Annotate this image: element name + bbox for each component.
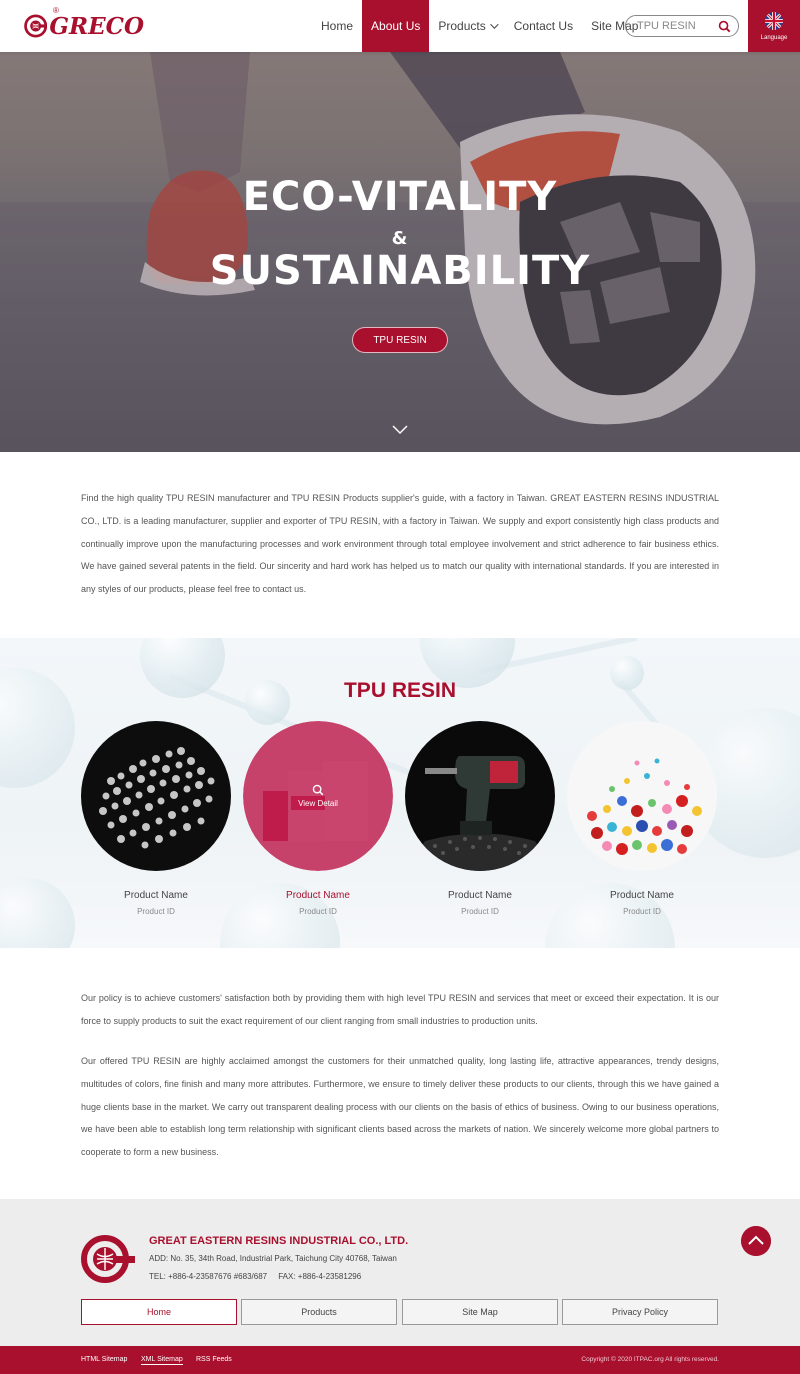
nav-contact-us[interactable]: Contact Us — [505, 0, 582, 52]
hero-headline-ampersand: & — [391, 228, 409, 249]
html-sitemap-link[interactable]: HTML Sitemap — [81, 1356, 127, 1363]
language-label: Language — [760, 35, 788, 41]
company-phone-fax: TEL: +886-4-23587676 #683/687 FAX: +886-… — [149, 1272, 362, 1281]
product-id: Product ID — [299, 907, 337, 916]
footer-nav-site-map[interactable]: Site Map — [402, 1299, 558, 1325]
clear-resin-pellets-image — [81, 721, 231, 871]
nav-about-us-label: About Us — [371, 19, 421, 33]
hero-tpu-resin-button[interactable]: TPU RESIN — [352, 327, 448, 353]
product-card[interactable]: View Detail Product Name Product ID — [243, 721, 393, 916]
nav-about-us[interactable]: About Us — [362, 0, 430, 52]
product-id: Product ID — [137, 907, 175, 916]
hero-banner: ECO-VITALITY & SUSTAINABILITY TPU RESIN — [0, 52, 800, 452]
copyright-text: Copyright © 2020 ITPAC.org All rights re… — [581, 1356, 719, 1363]
product-card[interactable]: Product Name Product ID — [81, 721, 231, 916]
product-image[interactable] — [81, 721, 231, 871]
search-icon — [312, 784, 324, 796]
nav-home-label: Home — [321, 19, 354, 33]
search-input[interactable] — [637, 20, 715, 32]
logo-text: GRECO — [49, 12, 144, 40]
product-name[interactable]: Product Name — [405, 890, 555, 901]
greco-logo-icon — [81, 1235, 135, 1283]
policy-paragraph-2: Our offered TPU RESIN are highly acclaim… — [81, 1056, 719, 1158]
nav-contact-us-label: Contact Us — [513, 19, 574, 33]
hero-headline-line3: SUSTAINABILITY — [209, 248, 591, 294]
nav-home[interactable]: Home — [312, 0, 362, 52]
footer-nav-products[interactable]: Products — [241, 1299, 397, 1325]
logo[interactable]: ® GRECO — [24, 6, 144, 42]
site-header: ® GRECO Home About Us Products Contact U… — [0, 0, 800, 52]
uk-flag-icon — [765, 12, 783, 30]
product-card[interactable]: Product Name Product ID — [405, 721, 555, 916]
footer-nav-home[interactable]: Home — [81, 1299, 237, 1325]
company-address: ADD: No. 35, 34th Road, Industrial Park,… — [149, 1254, 397, 1263]
registered-mark: ® — [53, 6, 59, 15]
xml-sitemap-link[interactable]: XML Sitemap — [141, 1356, 183, 1365]
search-icon[interactable] — [718, 20, 731, 33]
power-drill-image — [405, 721, 555, 871]
footer-nav-privacy-policy[interactable]: Privacy Policy — [562, 1299, 718, 1325]
chevron-down-icon — [489, 20, 499, 29]
decor-bubble — [0, 668, 75, 788]
back-to-top-icon[interactable] — [741, 1226, 771, 1256]
policy-paragraph-1: Our policy is to achieve customers' sati… — [81, 993, 719, 1026]
company-name: GREAT EASTERN RESINS INDUSTRIAL CO., LTD… — [149, 1235, 409, 1247]
nav-products-label: Products — [438, 19, 486, 33]
product-name[interactable]: Product Name — [81, 890, 231, 901]
rss-feeds-link[interactable]: RSS Feeds — [196, 1356, 232, 1363]
view-detail-label: View Detail — [298, 799, 338, 808]
hero-headline-line1: ECO-VITALITY — [242, 174, 558, 220]
main-nav: Home About Us Products Contact Us Site M… — [312, 0, 647, 52]
nav-products[interactable]: Products — [429, 0, 504, 52]
decor-bubble — [610, 656, 644, 690]
products-section-title: TPU RESIN — [343, 679, 456, 702]
product-image[interactable] — [405, 721, 555, 871]
chevron-down-icon[interactable] — [392, 425, 408, 435]
product-id: Product ID — [623, 907, 661, 916]
colorful-beads-image — [567, 721, 717, 871]
products-section: TPU RESIN Product Name Product ID View D… — [0, 638, 800, 948]
view-detail-overlay[interactable]: View Detail — [243, 721, 393, 871]
decor-bubble — [0, 878, 75, 948]
product-card[interactable]: Product Name Product ID — [567, 721, 717, 916]
product-image[interactable]: View Detail — [243, 721, 393, 871]
language-switcher[interactable]: Language — [748, 0, 800, 52]
intro-paragraph: Find the high quality TPU RESIN manufact… — [81, 493, 719, 595]
site-footer: GREAT EASTERN RESINS INDUSTRIAL CO., LTD… — [0, 1199, 800, 1346]
bottom-bar: HTML Sitemap XML Sitemap RSS Feeds Copyr… — [0, 1346, 800, 1374]
greco-logo-icon — [24, 14, 48, 38]
product-id: Product ID — [461, 907, 499, 916]
product-name[interactable]: Product Name — [567, 890, 717, 901]
product-name[interactable]: Product Name — [243, 890, 393, 901]
search-box — [625, 15, 739, 37]
product-image[interactable] — [567, 721, 717, 871]
